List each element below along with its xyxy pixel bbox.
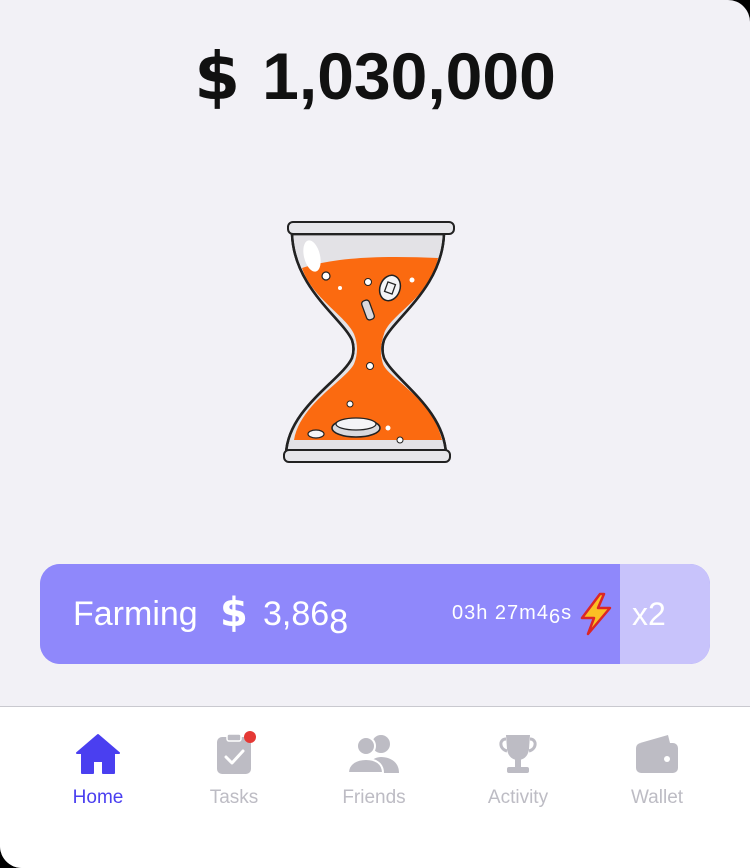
lightning-bolt-icon bbox=[580, 592, 612, 636]
farming-status: Farming $ 3,868 03h 27m46s bbox=[40, 564, 620, 664]
home-icon bbox=[76, 734, 120, 774]
farming-timer-rolling-digit: 6 bbox=[548, 606, 562, 628]
nav-label-tasks: Tasks bbox=[209, 787, 259, 808]
home-screen: $1,030,000 Farming $ 3,868 03h 27m46s x2… bbox=[0, 0, 750, 868]
farming-timer-main: 03h 27m4 bbox=[452, 602, 549, 624]
nav-item-wallet[interactable]: Wallet bbox=[597, 727, 717, 827]
tasks-notification-badge bbox=[244, 731, 256, 743]
farming-timer: 03h 27m46s bbox=[452, 602, 573, 628]
balance-display: $1,030,000 bbox=[0, 38, 750, 115]
farming-amount-main: 3,86 bbox=[263, 595, 330, 633]
nav-item-tasks[interactable]: Tasks bbox=[174, 727, 294, 827]
nav-item-home[interactable]: Home bbox=[38, 727, 158, 827]
trophy-icon bbox=[499, 735, 537, 773]
farming-timer-unit: s bbox=[561, 602, 573, 624]
farming-currency-symbol: $ bbox=[220, 590, 248, 636]
multiplier-badge[interactable]: x2 bbox=[620, 564, 710, 664]
nav-label-activity: Activity bbox=[487, 787, 549, 808]
friends-icon bbox=[347, 735, 399, 774]
farming-label: Farming bbox=[73, 595, 198, 633]
hourglass-icon bbox=[283, 221, 455, 463]
bottom-navigation: Home Tasks Friends Activity Wallet bbox=[0, 706, 750, 868]
nav-item-friends[interactable]: Friends bbox=[314, 727, 434, 827]
wallet-icon bbox=[636, 735, 678, 773]
nav-label-friends: Friends bbox=[342, 787, 406, 808]
nav-label-home: Home bbox=[72, 787, 124, 808]
nav-label-wallet: Wallet bbox=[630, 787, 684, 808]
farming-amount: 3,868 bbox=[263, 595, 348, 641]
nav-item-activity[interactable]: Activity bbox=[458, 727, 578, 827]
farming-bar[interactable]: Farming $ 3,868 03h 27m46s x2 bbox=[40, 564, 710, 664]
farming-amount-rolling-digit: 8 bbox=[329, 603, 349, 641]
balance-currency-symbol: $ bbox=[194, 38, 241, 115]
balance-amount: 1,030,000 bbox=[262, 39, 556, 113]
